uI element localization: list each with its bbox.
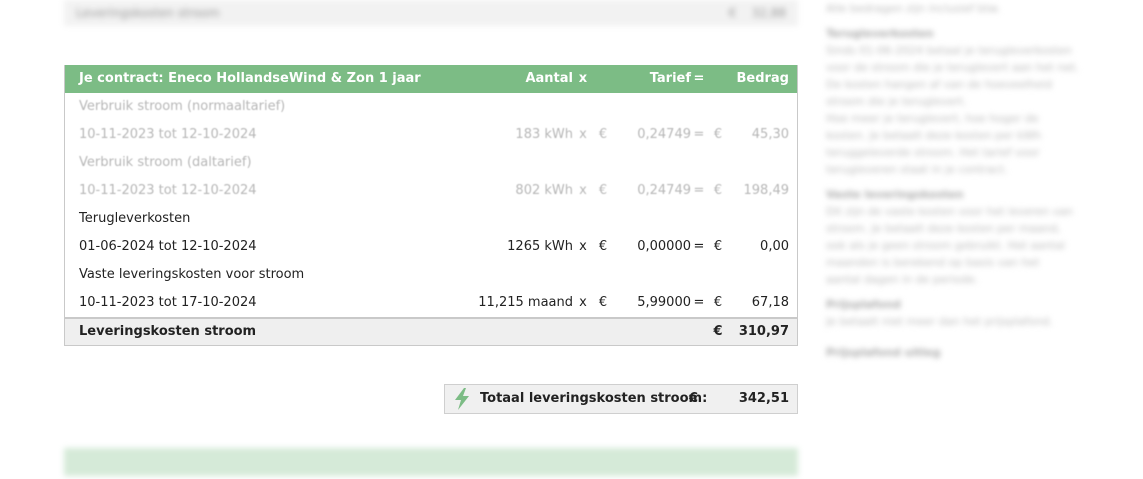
- sidebar-text-line: Prijsplafond: [826, 298, 901, 311]
- cost-category-label: Terugleverkosten: [79, 211, 191, 226]
- sidebar-link[interactable]: Prijsplafond uitleg: [826, 344, 1086, 361]
- lightning-bolt-icon: [453, 388, 471, 414]
- times-sign: x: [579, 183, 587, 198]
- tariff-currency: €: [598, 295, 608, 310]
- header-equals: =: [693, 71, 705, 86]
- sidebar-text-line: kosten. Je betaalt deze kosten per kWh: [826, 129, 1042, 142]
- amount: 0,00: [760, 239, 789, 254]
- equals-sign: =: [693, 239, 705, 254]
- tariff-currency: €: [598, 239, 608, 254]
- subtotal-currency: €: [713, 324, 723, 339]
- header-times: x: [578, 71, 588, 86]
- contract-name: Je contract: Eneco HollandseWind & Zon 1…: [79, 71, 421, 86]
- amount: 67,18: [751, 295, 789, 310]
- cost-category-row: Verbruik stroom (daltarief): [65, 149, 797, 177]
- sidebar-text-line: voor de stroom die je teruglevert aan he…: [826, 61, 1079, 74]
- sidebar-text-line: terugleveren staat in je contract.: [826, 163, 1008, 176]
- equals-sign: =: [693, 295, 705, 310]
- period-label: 10-11-2023 tot 12-10-2024: [79, 183, 257, 198]
- sidebar-text-line: Dit zijn de vaste kosten voor het levere…: [826, 205, 1073, 218]
- sidebar-text-line: ook als je geen stroom gebruikt. Het aan…: [826, 239, 1066, 252]
- amount-currency: €: [713, 295, 723, 310]
- amount: 45,30: [751, 127, 789, 142]
- cost-line-row: 10-11-2023 tot 12-10-2024 183 kWh x €0,2474…: [65, 121, 797, 149]
- sidebar-text-line: aantal dagen in de periode.: [826, 273, 979, 286]
- cost-category-label: Verbruik stroom (normaaltarief): [79, 99, 286, 114]
- sidebar-text-line: Terugleverkosten: [826, 27, 934, 40]
- header-amount: Bedrag: [736, 71, 789, 86]
- header-tariff: Tarief: [649, 71, 691, 86]
- previous-section-bar: Leveringskosten stroom € 32,88: [64, 0, 798, 26]
- equals-sign: =: [693, 127, 705, 142]
- times-sign: x: [579, 127, 587, 142]
- sidebar-text-line: Hoe meer je teruglevert, hoe hoger de: [826, 112, 1039, 125]
- grand-total-label: Totaal leveringskosten stroom:: [480, 391, 708, 406]
- times-sign: x: [579, 239, 587, 254]
- subtotal-row: Leveringskosten stroom € 310,97: [65, 317, 797, 345]
- period-label: 10-11-2023 tot 12-10-2024: [79, 127, 257, 142]
- contract-header-row: Je contract: Eneco HollandseWind & Zon 1…: [65, 65, 797, 93]
- grand-total-box: Totaal leveringskosten stroom: € 342,51: [444, 384, 798, 414]
- sidebar-text-line: De kosten hangen af van de hoeveelheid: [826, 78, 1053, 91]
- grand-total-currency: €: [689, 391, 699, 406]
- cost-line-row: 01-06-2024 tot 12-10-2024 1265 kWh x €0,000…: [65, 233, 797, 261]
- period-label: 01-06-2024 tot 12-10-2024: [79, 239, 257, 254]
- previous-section-label: Leveringskosten stroom: [76, 6, 220, 20]
- sidebar-text-line: stroom. Je betaalt deze kosten per maand…: [826, 222, 1061, 235]
- times-sign: x: [579, 295, 587, 310]
- tariff: 5,99000: [637, 295, 691, 310]
- next-section-bar: [64, 448, 798, 476]
- tariff: 0,24749: [637, 127, 691, 142]
- equals-sign: =: [693, 183, 705, 198]
- cost-category-row: Terugleverkosten: [65, 205, 797, 233]
- cost-category-label: Vaste leveringskosten voor stroom: [79, 267, 305, 282]
- cost-line-row: 10-11-2023 tot 12-10-2024 802 kWh x €0,2474…: [65, 177, 797, 205]
- sidebar-text-line: Vaste leveringskosten: [826, 188, 964, 201]
- subtotal-amount: 310,97: [738, 324, 789, 339]
- grand-total-amount: 342,51: [738, 391, 789, 406]
- amount: 198,49: [743, 183, 790, 198]
- sidebar-text-line: Sinds 01-06-2024 betaal je terugleverkos…: [826, 44, 1072, 57]
- cost-line-row: 10-11-2023 tot 17-10-2024 11,215 maand x €5…: [65, 289, 797, 317]
- sidebar-text-line: maanden is berekend op basis van het: [826, 256, 1040, 269]
- cost-category-row: Verbruik stroom (normaaltarief): [65, 93, 797, 121]
- header-qty: Aantal: [525, 71, 573, 86]
- tariff-currency: €: [598, 127, 608, 142]
- sidebar-text-line: Alle bedragen zijn inclusief btw.: [826, 2, 1001, 15]
- quantity: 802 kWh: [515, 183, 573, 198]
- amount-currency: €: [713, 239, 723, 254]
- sidebar-text-line: Je betaalt niet meer dan het prijsplafon…: [826, 315, 1053, 328]
- subtotal-label: Leveringskosten stroom: [79, 324, 257, 339]
- previous-section-value: € 32,88: [728, 6, 786, 20]
- sidebar-explanation: Alle bedragen zijn inclusief btw. Terugle…: [826, 0, 1086, 361]
- sidebar-text-line: teruggeleverde stroom. Het tarief voor: [826, 146, 1040, 159]
- tariff-currency: €: [598, 183, 608, 198]
- cost-category-row: Vaste leveringskosten voor stroom: [65, 261, 797, 289]
- tariff: 0,00000: [637, 239, 691, 254]
- quantity: 1265 kWh: [507, 239, 573, 254]
- period-label: 10-11-2023 tot 17-10-2024: [79, 295, 257, 310]
- quantity: 11,215 maand: [478, 295, 573, 310]
- amount-currency: €: [713, 127, 723, 142]
- amount-currency: €: [713, 183, 723, 198]
- sidebar-text-line: stroom die je teruglevert.: [826, 95, 967, 108]
- contract-table: Je contract: Eneco HollandseWind & Zon 1…: [64, 65, 798, 346]
- quantity: 183 kWh: [515, 127, 573, 142]
- cost-category-label: Verbruik stroom (daltarief): [79, 155, 252, 170]
- tariff: 0,24749: [637, 183, 691, 198]
